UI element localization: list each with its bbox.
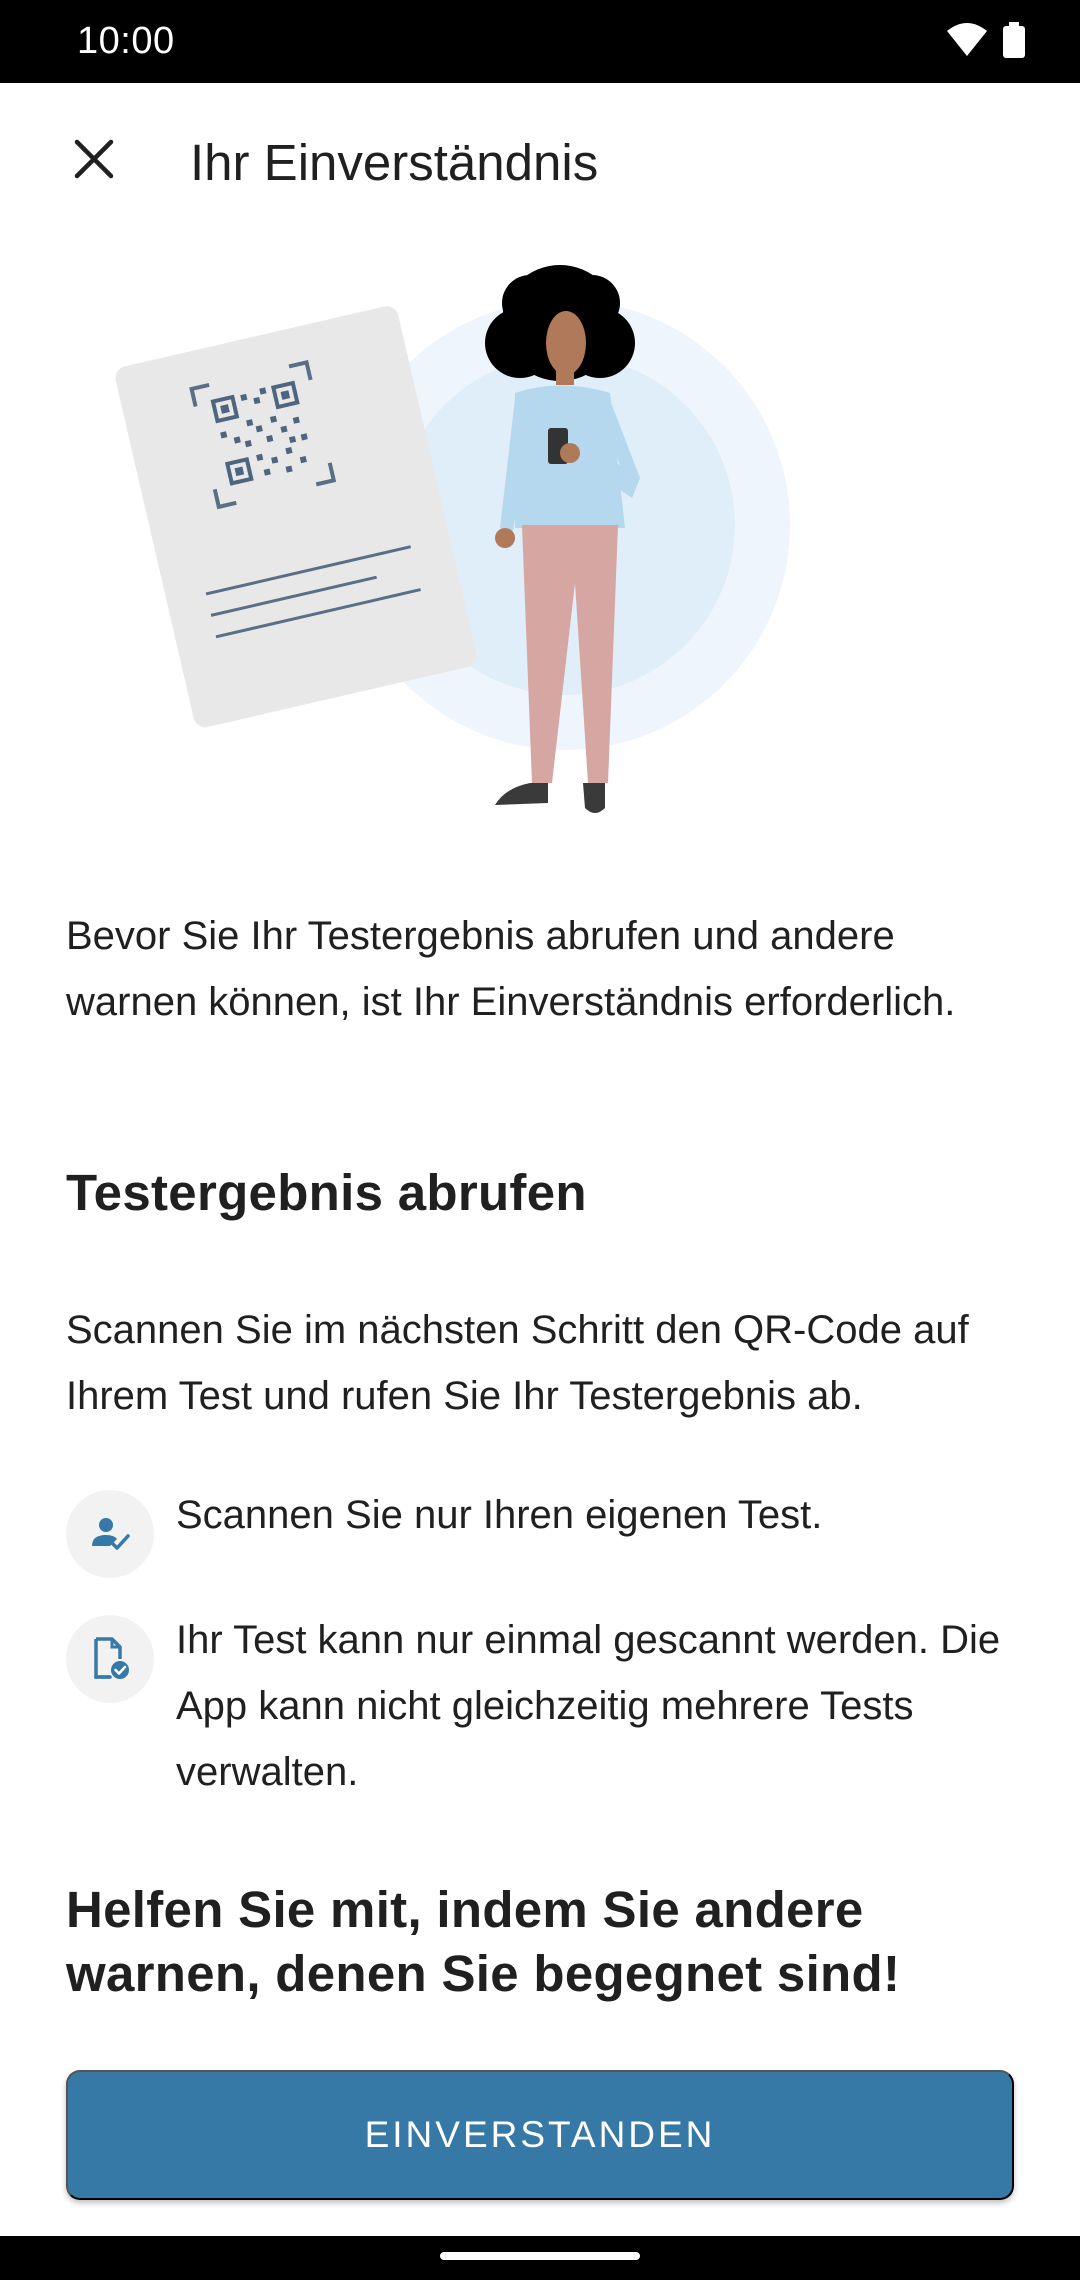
document-check-icon bbox=[66, 1615, 154, 1703]
section-heading: Testergebnis abrufen bbox=[66, 1164, 587, 1221]
header-illustration bbox=[0, 243, 1080, 843]
app-bar: Ihr Einverständnis bbox=[0, 83, 1080, 243]
section-text: Scannen Sie im nächsten Schritt den QR-C… bbox=[66, 1308, 969, 1418]
bullet-text: Ihr Test kann nur einmal gescannt werden… bbox=[176, 1618, 1001, 1794]
agree-button[interactable]: EINVERSTANDEN bbox=[66, 2070, 1014, 2200]
home-gesture-handle[interactable] bbox=[440, 2252, 640, 2260]
status-time: 10:00 bbox=[77, 20, 175, 62]
cta-heading: Helfen Sie mit, indem Sie andere warnen,… bbox=[66, 1881, 901, 2002]
status-bar: 10:00 bbox=[0, 0, 1080, 83]
battery-icon bbox=[1003, 22, 1025, 63]
navigation-bar bbox=[0, 2236, 1080, 2280]
status-icons bbox=[947, 22, 1025, 63]
close-button[interactable] bbox=[56, 123, 132, 199]
bullet-text: Scannen Sie nur Ihren eigenen Test. bbox=[176, 1493, 823, 1537]
close-icon bbox=[73, 138, 115, 185]
page-title: Ihr Einverständnis bbox=[190, 134, 599, 191]
list-item: Scannen Sie nur Ihren eigenen Test. bbox=[66, 1490, 1014, 1578]
intro-text: Bevor Sie Ihr Testergebnis abrufen und a… bbox=[66, 914, 956, 1024]
list-item: Ihr Test kann nur einmal gescannt werden… bbox=[66, 1615, 1014, 1805]
wifi-icon bbox=[947, 23, 987, 62]
user-check-icon bbox=[66, 1490, 154, 1578]
